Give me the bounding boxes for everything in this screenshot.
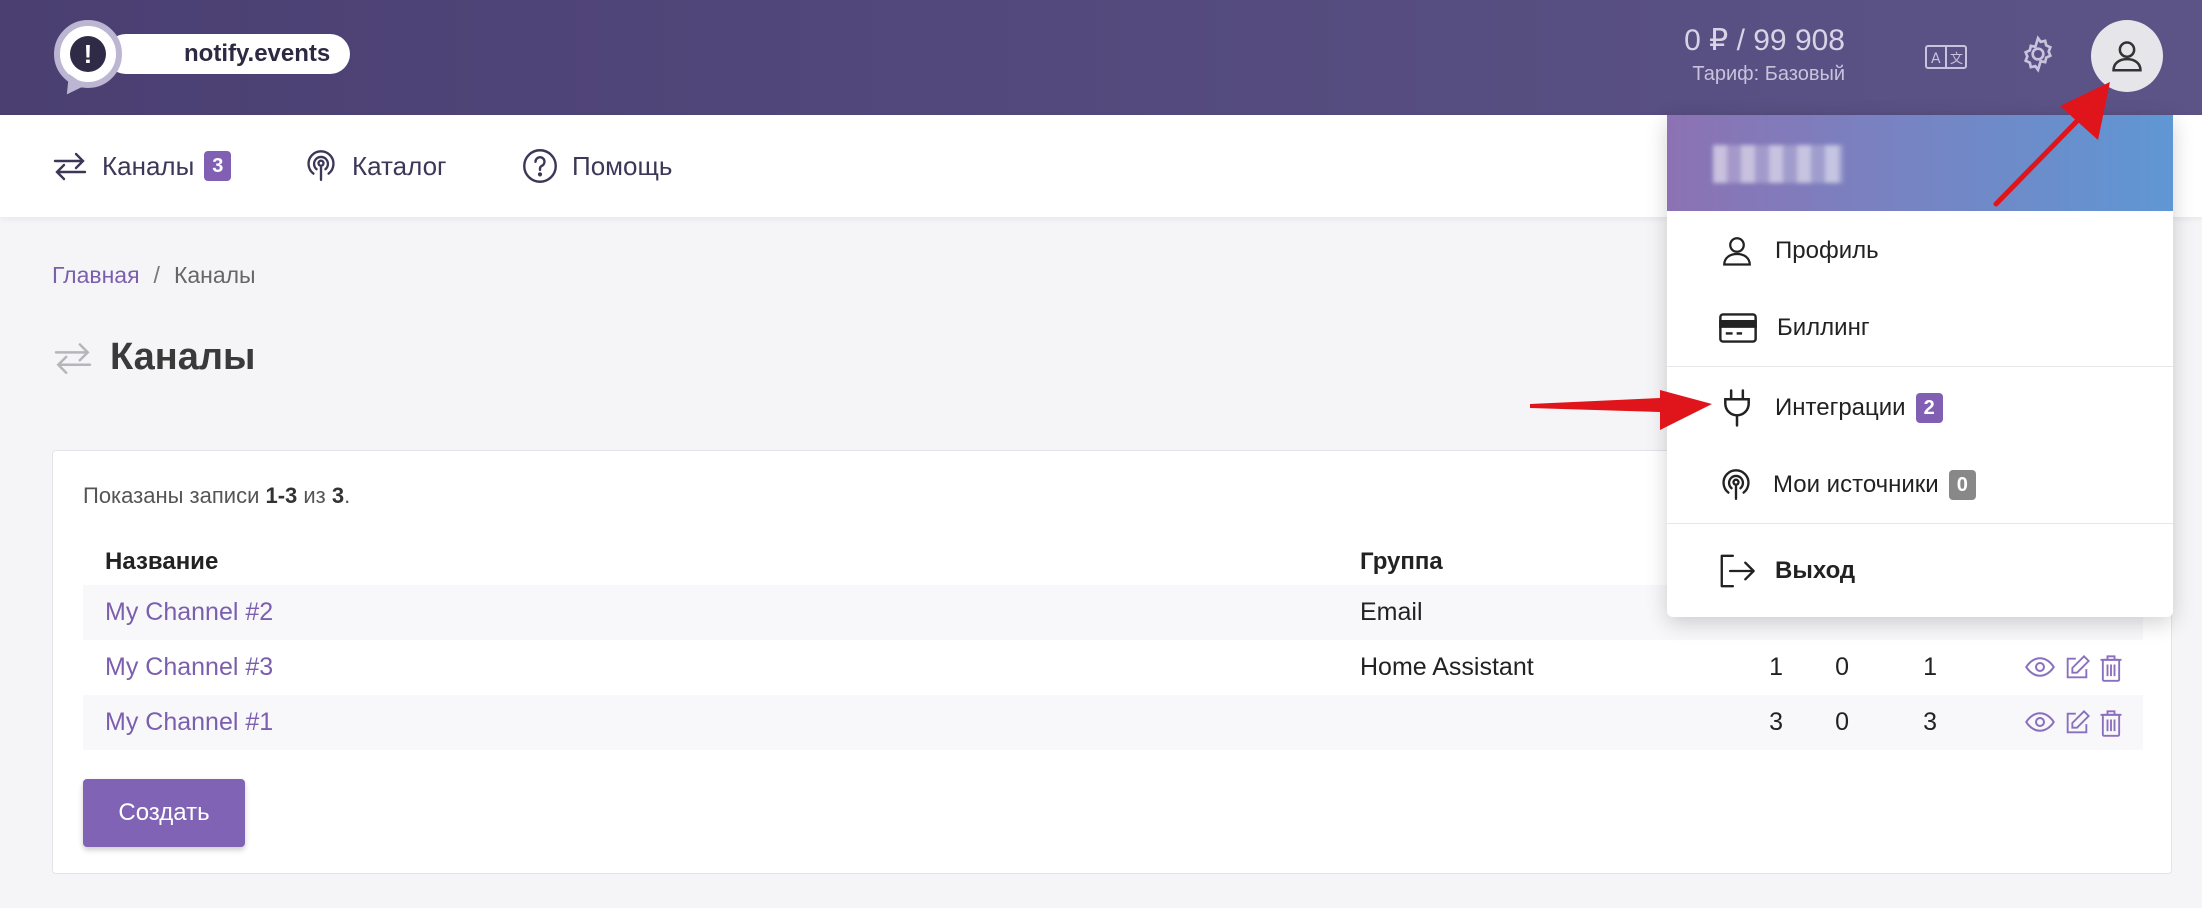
arrow-to-user-menu — [1993, 82, 2110, 207]
annotation-arrows — [1530, 82, 2110, 430]
arrow-to-integrations — [1530, 390, 1712, 430]
